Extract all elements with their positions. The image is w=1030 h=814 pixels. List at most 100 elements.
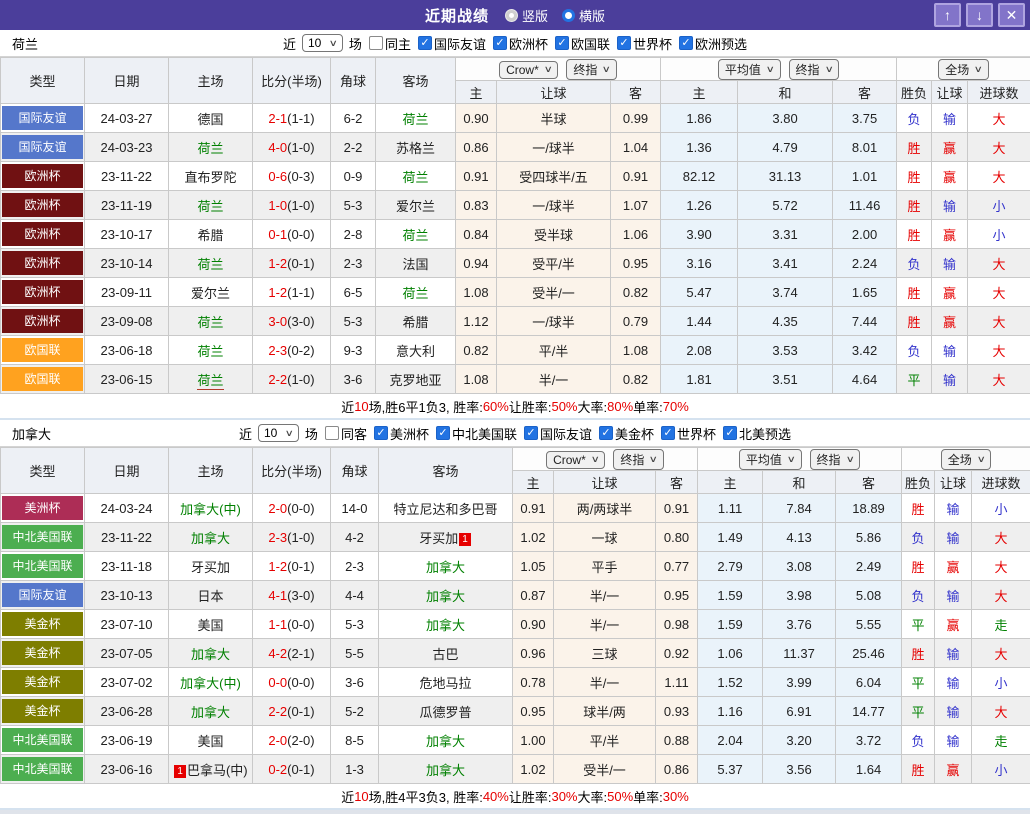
goals-result-cell: 小 <box>968 191 1030 220</box>
league-checkbox-3-label: 世界杯 <box>633 34 672 53</box>
same-venue-checkbox[interactable]: 同主 <box>365 34 411 53</box>
league-badge: 中北美国联 <box>2 728 83 752</box>
bookmaker-select[interactable]: Crow*∨ <box>546 451 605 469</box>
home-team-cell: 加拿大 <box>169 523 253 552</box>
score-cell: 2-1(1-1) <box>253 104 331 133</box>
home-team-cell: 1巴拿马(中) <box>169 755 253 784</box>
league-checkbox-3[interactable]: ✓美金杯 <box>595 424 654 443</box>
league-type-cell: 美金杯 <box>1 697 85 726</box>
league-checkbox-2[interactable]: ✓国际友谊 <box>520 424 592 443</box>
team-name-text: 荷兰 <box>402 228 428 243</box>
result-cell: 胜 <box>897 162 932 191</box>
move-up-button[interactable]: ↑ <box>934 3 961 27</box>
avg-home-cell: 3.16 <box>661 249 738 278</box>
final-odds-select[interactable]: 终指∨ <box>613 449 664 470</box>
away-team-cell: 希腊 <box>376 307 456 336</box>
team-name-text: 克罗地亚 <box>389 373 441 388</box>
radio-horizontal-layout[interactable]: 横版 <box>562 6 605 25</box>
avg-away-cell: 14.77 <box>836 697 902 726</box>
close-button[interactable]: ✕ <box>998 3 1025 27</box>
league-checkbox-4[interactable]: ✓世界杯 <box>657 424 716 443</box>
avg-away-cell: 3.72 <box>836 726 902 755</box>
league-checkbox-5[interactable]: ✓北美预选 <box>719 424 791 443</box>
checked-checkbox-icon: ✓ <box>493 36 507 50</box>
same-venue-checkbox[interactable]: 同客 <box>321 424 367 443</box>
league-badge: 中北美国联 <box>2 525 83 549</box>
date-cell: 23-10-14 <box>85 249 169 278</box>
away-team-cell: 克罗地亚 <box>376 365 456 394</box>
result-cell: 胜 <box>897 133 932 162</box>
league-checkbox-2[interactable]: ✓欧国联 <box>551 34 610 53</box>
away-odds-cell: 0.79 <box>611 307 661 336</box>
radio-vertical-layout[interactable]: 竖版 <box>505 6 548 25</box>
avg-draw-cell: 4.35 <box>738 307 833 336</box>
fulltime-score: 2-0 <box>268 733 287 748</box>
corner-cell: 4-4 <box>331 581 379 610</box>
league-badge: 美金杯 <box>2 612 83 636</box>
final-odds-select-2[interactable]: 终指∨ <box>789 59 840 80</box>
match-count-select[interactable]: 10∨ <box>258 424 299 442</box>
column-header: 客场 <box>376 58 456 104</box>
team-name-text: 荷兰 <box>197 141 223 156</box>
average-select-value: 平均值 <box>725 61 761 78</box>
corner-cell: 5-2 <box>331 697 379 726</box>
handicap-result-cell: 赢 <box>935 552 972 581</box>
corner-cell: 6-5 <box>331 278 376 307</box>
handicap-cell: 受四球半/五 <box>497 162 611 191</box>
bookmaker-select[interactable]: Crow*∨ <box>499 61 558 79</box>
fulltime-select[interactable]: 全场∨ <box>941 449 992 470</box>
handicap-cell: 一/球半 <box>497 191 611 220</box>
corner-cell: 1-3 <box>331 755 379 784</box>
away-team-cell: 苏格兰 <box>376 133 456 162</box>
home-team-cell: 荷兰 <box>169 336 253 365</box>
handicap-result-cell: 输 <box>935 697 972 726</box>
final-odds-select[interactable]: 终指∨ <box>566 59 617 80</box>
sub-column-header: 主 <box>698 471 763 494</box>
fulltime-score: 1-0 <box>268 198 287 213</box>
handicap-cell: 受平/半 <box>497 249 611 278</box>
match-row: 欧国联23-06-15荷兰2-2(1-0)3-6克罗地亚1.08半/一0.821… <box>1 365 1030 394</box>
league-badge: 欧洲杯 <box>2 251 83 275</box>
result-cell: 胜 <box>902 755 935 784</box>
corner-cell: 3-6 <box>331 668 379 697</box>
avg-draw-cell: 6.91 <box>763 697 836 726</box>
away-team-cell: 荷兰 <box>376 162 456 191</box>
summary-text: 10 <box>354 789 368 804</box>
date-cell: 23-11-22 <box>85 523 169 552</box>
match-count-select[interactable]: 10∨ <box>302 34 343 52</box>
away-odds-cell: 1.11 <box>656 668 698 697</box>
sub-column-header: 客 <box>656 471 698 494</box>
match-row: 欧洲杯23-10-14荷兰1-2(0-1)2-3法国0.94受平/半0.953.… <box>1 249 1030 278</box>
league-checkbox-0[interactable]: ✓美洲杯 <box>370 424 429 443</box>
average-select[interactable]: 平均值∨ <box>739 449 802 470</box>
home-team-cell: 荷兰 <box>169 365 253 394</box>
bookmaker-odds-group: Crow*∨ 终指∨ <box>513 448 698 471</box>
score-cell: 0-1(0-0) <box>253 220 331 249</box>
league-checkbox-0[interactable]: ✓国际友谊 <box>414 34 486 53</box>
near-label: 近 <box>283 34 296 53</box>
average-select[interactable]: 平均值∨ <box>718 59 781 80</box>
handicap-cell: 球半/两 <box>554 697 656 726</box>
match-row: 中北美国联23-11-18牙买加1-2(0-1)2-3加拿大1.05平手0.77… <box>1 552 1030 581</box>
avg-away-cell: 3.75 <box>833 104 897 133</box>
sub-column-header: 主 <box>661 81 738 104</box>
goals-result-cell: 大 <box>968 249 1030 278</box>
goals-result-cell: 小 <box>972 668 1030 697</box>
league-checkbox-1[interactable]: ✓欧洲杯 <box>489 34 548 53</box>
league-badge: 国际友谊 <box>2 583 83 607</box>
fulltime-score: 2-1 <box>268 111 287 126</box>
summary-text: 60% <box>483 399 509 414</box>
league-checkbox-4[interactable]: ✓欧洲预选 <box>675 34 747 53</box>
home-team-cell: 美国 <box>169 610 253 639</box>
goals-result-cell: 走 <box>972 610 1030 639</box>
fulltime-select[interactable]: 全场∨ <box>938 59 989 80</box>
home-team-cell: 德国 <box>169 104 253 133</box>
league-checkbox-1[interactable]: ✓中北美国联 <box>432 424 517 443</box>
games-label: 场 <box>305 424 318 443</box>
league-type-cell: 欧洲杯 <box>1 191 85 220</box>
league-checkbox-3[interactable]: ✓世界杯 <box>613 34 672 53</box>
chevron-down-icon: ∨ <box>845 454 854 465</box>
final-odds-select-2[interactable]: 终指∨ <box>810 449 861 470</box>
move-down-button[interactable]: ↓ <box>966 3 993 27</box>
halftime-score: (0-0) <box>287 227 314 242</box>
